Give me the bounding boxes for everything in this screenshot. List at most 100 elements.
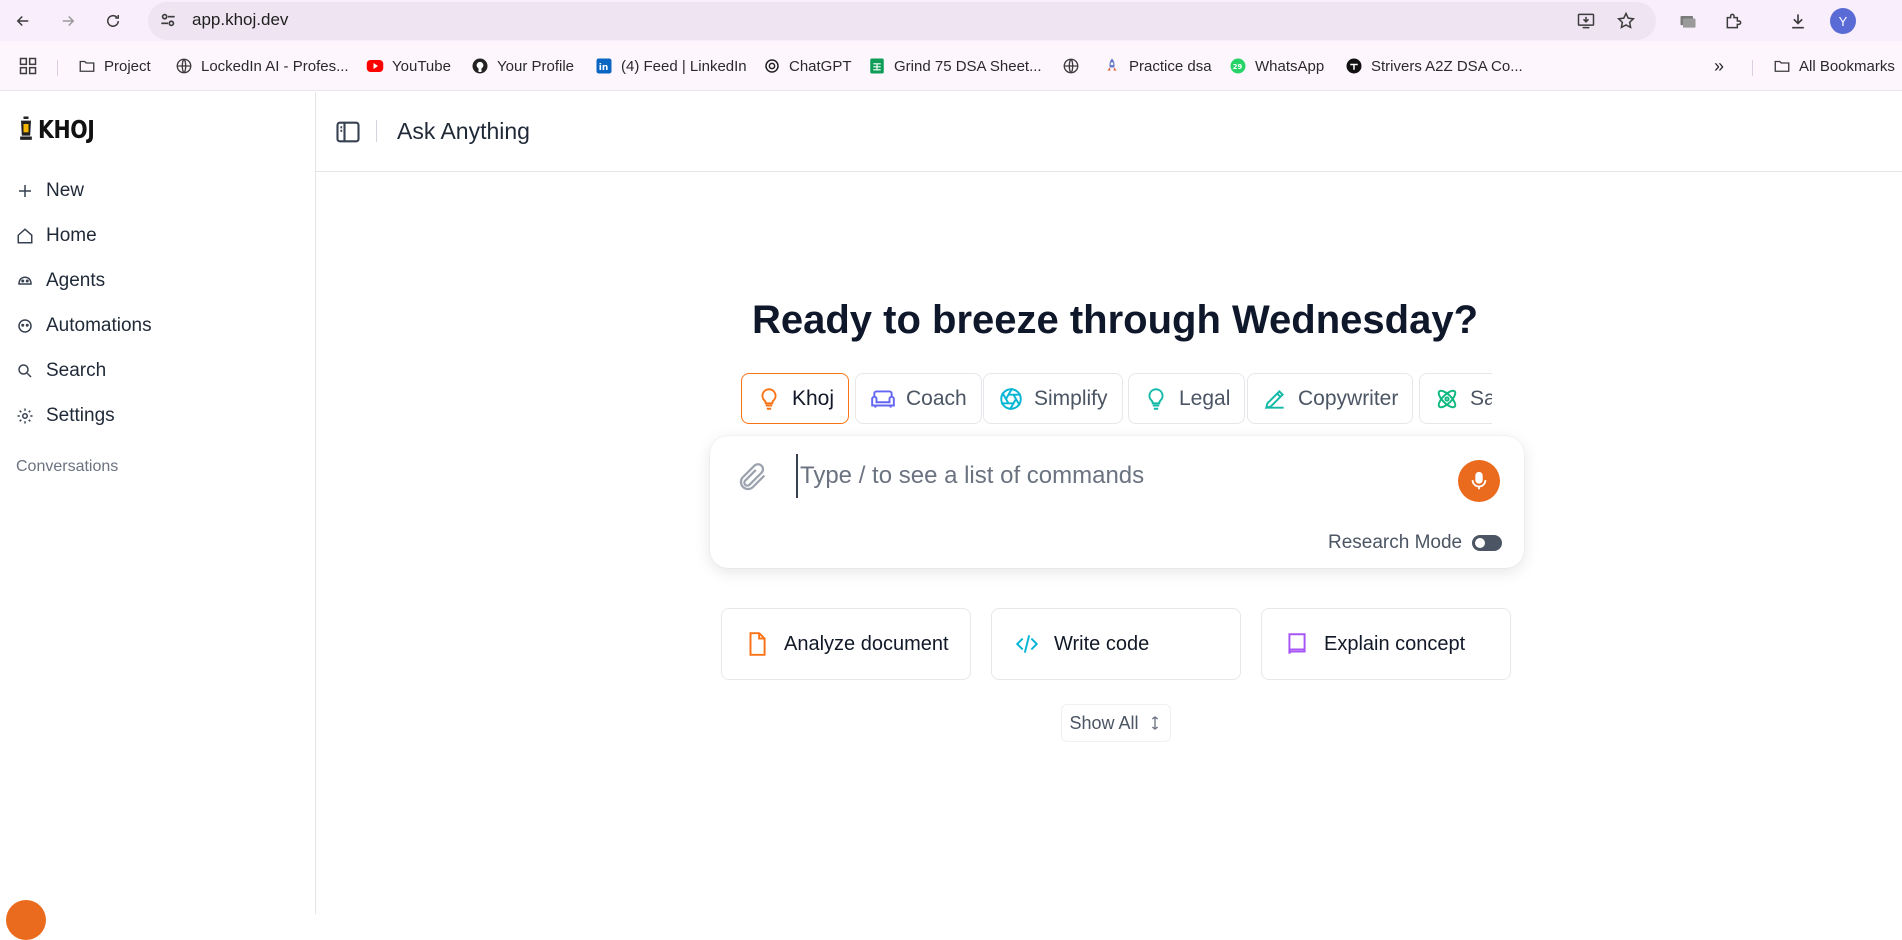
bookmark-label: (4) Feed | LinkedIn: [621, 57, 747, 75]
chatgpt-icon: [763, 57, 781, 75]
lightbulb-icon: [761, 387, 777, 410]
bookmarks-bar: Project LockedIn AI - Profes... YouTube …: [0, 41, 1902, 91]
sidebar-item-label: Settings: [46, 405, 115, 426]
search-icon: [18, 364, 32, 378]
whatsapp-icon: 29: [1229, 57, 1247, 75]
bookmark-github[interactable]: Your Profile: [471, 54, 574, 78]
suggestion-analyze-document[interactable]: Analyze document: [721, 608, 971, 680]
agent-chip-khoj[interactable]: Khoj: [741, 373, 850, 424]
sidebar-item-settings[interactable]: Settings: [16, 405, 115, 427]
sidebar-item-label: Automations: [46, 315, 152, 336]
bookmark-label: Your Profile: [497, 57, 574, 75]
research-mode-label: Research Mode: [1328, 532, 1463, 553]
agent-label: Khoj: [792, 386, 835, 410]
install-icon[interactable]: [1574, 9, 1598, 33]
paperclip-icon[interactable]: [736, 460, 770, 494]
agent-label: Coach: [906, 386, 967, 410]
sidebar-item-agents[interactable]: Agents: [16, 270, 105, 292]
agent-label: Copywriter: [1298, 386, 1399, 410]
bookmark-lockedin[interactable]: LockedIn AI - Profes...: [175, 54, 349, 78]
url-text[interactable]: app.khoj.dev: [192, 10, 288, 30]
khoj-logo[interactable]: KHOJ: [16, 114, 107, 144]
show-all-button[interactable]: Show All: [1061, 704, 1171, 742]
sidebar-item-label: Agents: [46, 270, 106, 291]
extensions-icon[interactable]: [1721, 8, 1747, 34]
book-icon: [1288, 633, 1306, 654]
github-icon: [471, 57, 489, 75]
folder-icon: [78, 57, 96, 75]
agent-label: Legal: [1179, 386, 1231, 410]
agent-chip-coach[interactable]: Coach: [855, 373, 982, 424]
sidebar-toggle-icon[interactable]: [334, 118, 362, 146]
app-sidebar: KHOJ New Home Agents Automations Search …: [0, 92, 316, 940]
tuf-icon: [1345, 57, 1363, 75]
sidebar-item-search[interactable]: Search: [16, 360, 106, 382]
suggestion-label: Explain concept: [1324, 632, 1466, 655]
site-info-icon[interactable]: [158, 10, 178, 30]
back-icon[interactable]: [9, 7, 37, 35]
browser-toolbar: app.khoj.dev Y: [0, 0, 1902, 41]
bookmark-project[interactable]: Project: [78, 54, 151, 78]
all-bookmarks-label: All Bookmarks: [1799, 57, 1895, 75]
chat-input-card: Research Mode: [710, 436, 1524, 568]
agent-chip-sa[interactable]: Sa: [1419, 373, 1492, 424]
agent-chip-simplify[interactable]: Simplify: [983, 373, 1123, 424]
reload-icon[interactable]: [99, 7, 127, 35]
agent-chip-legal[interactable]: Legal: [1128, 373, 1246, 424]
document-icon: [749, 632, 766, 656]
chat-input[interactable]: [796, 454, 1436, 498]
bookmark-label: Grind 75 DSA Sheet...: [894, 57, 1042, 75]
sidebar-item-automations[interactable]: Automations: [16, 315, 152, 337]
linkedin-icon: in: [595, 57, 613, 75]
code-icon: [1015, 635, 1039, 653]
address-bar[interactable]: [148, 2, 1656, 40]
bookmark-label: ChatGPT: [789, 57, 852, 75]
bookmark-chatgpt[interactable]: ChatGPT: [763, 54, 852, 78]
bookmark-label: Practice dsa: [1129, 57, 1212, 75]
header-divider: [376, 120, 377, 142]
bookmark-label: LockedIn AI - Profes...: [201, 57, 349, 75]
all-bookmarks-button[interactable]: All Bookmarks: [1773, 54, 1895, 78]
globe-icon: [175, 57, 193, 75]
bookmark-label: Strivers A2Z DSA Co...: [1371, 57, 1523, 75]
bookmark-practice-dsa[interactable]: Practice dsa: [1103, 54, 1212, 78]
lightbulb-icon: [1148, 387, 1164, 410]
research-mode-toggle[interactable]: [1472, 535, 1503, 551]
agent-chip-copywriter[interactable]: Copywriter: [1247, 373, 1414, 424]
sidebar-item-home[interactable]: Home: [16, 225, 97, 247]
bookmark-label: WhatsApp: [1255, 57, 1325, 75]
sidebar-item-label: Home: [46, 225, 97, 246]
bookmark-grind75[interactable]: Grind 75 DSA Sheet...: [868, 54, 1042, 78]
agents-icon: [18, 276, 32, 285]
downloads-icon[interactable]: [1785, 8, 1811, 34]
bookmark-whatsapp[interactable]: 29 WhatsApp: [1229, 54, 1324, 78]
agent-label: Sa: [1470, 386, 1492, 410]
bookmark-strivers[interactable]: Strivers A2Z DSA Co...: [1345, 54, 1523, 78]
bookmark-separator: [57, 60, 58, 76]
bookmarks-overflow-button[interactable]: »: [1714, 54, 1724, 78]
sofa-icon: [871, 389, 895, 408]
bookmark-linkedin[interactable]: in (4) Feed | LinkedIn: [595, 54, 747, 78]
suggestion-write-code[interactable]: Write code: [991, 608, 1241, 680]
tab-search-icon[interactable]: [1675, 8, 1701, 34]
sheet-icon: [868, 57, 886, 75]
research-mode[interactable]: Research Mode: [1328, 532, 1503, 554]
sidebar-item-label: Search: [46, 360, 107, 381]
sidebar-item-new[interactable]: New: [16, 180, 84, 202]
bookmark-globe[interactable]: [1062, 54, 1080, 78]
rocket-icon: [1103, 57, 1121, 75]
agent-label: Simplify: [1034, 386, 1108, 410]
suggestion-explain-concept[interactable]: Explain concept: [1261, 608, 1511, 680]
apps-icon[interactable]: [18, 54, 38, 78]
user-avatar[interactable]: [6, 900, 46, 940]
greeting-heading: Ready to breeze through Wednesday?: [751, 298, 1479, 342]
star-icon[interactable]: [1614, 9, 1638, 33]
show-all-label: Show All: [1069, 712, 1139, 733]
agent-selector: Khoj Coach Simplify Legal Copywriter Sa: [740, 372, 1492, 426]
bookmark-youtube[interactable]: YouTube: [366, 54, 451, 78]
bookmark-separator: [1752, 60, 1753, 76]
forward-icon[interactable]: [54, 7, 82, 35]
profile-avatar[interactable]: Y: [1830, 8, 1856, 34]
app-header: Ask Anything: [316, 92, 1902, 172]
microphone-button[interactable]: [1458, 460, 1500, 502]
